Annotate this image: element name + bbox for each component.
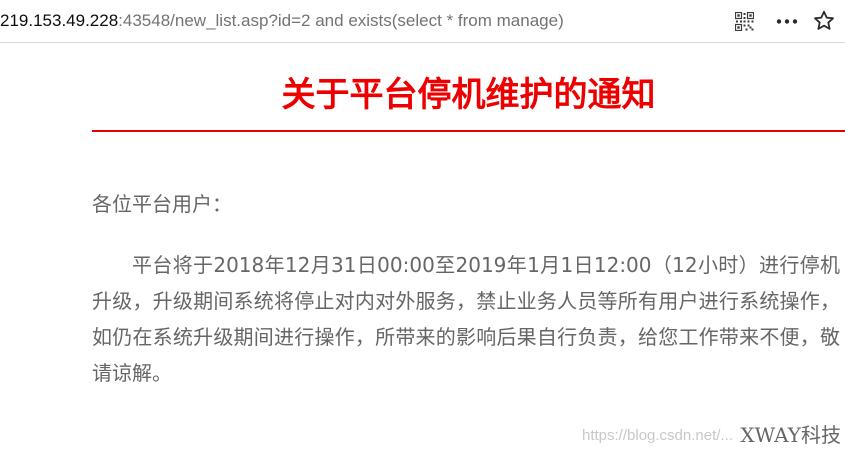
address-host: 219.153.49.228 <box>0 11 119 30</box>
browser-window: 219.153.49.228:43548/new_list.asp?id=2 a… <box>0 0 845 456</box>
bookmark-star-icon[interactable] <box>813 10 835 32</box>
notice-greeting: 各位平台用户： <box>92 192 232 216</box>
qr-code-icon[interactable] <box>735 12 754 31</box>
address-bar[interactable]: 219.153.49.228:43548/new_list.asp?id=2 a… <box>0 0 564 42</box>
notice-title: 关于平台停机维护的通知 <box>281 75 656 115</box>
notice-body: 平台将于2018年12月31日00:00至2019年1月1日12:00（12小时… <box>92 253 840 385</box>
address-path: :43548/new_list.asp?id=2 and exists(sele… <box>118 11 564 30</box>
toolbar-actions <box>735 0 845 42</box>
title-divider <box>92 130 845 132</box>
watermark-text: https://blog.csdn.net/... <box>582 427 733 444</box>
browser-toolbar: 219.153.49.228:43548/new_list.asp?id=2 a… <box>0 0 845 43</box>
more-options-icon[interactable] <box>776 12 798 31</box>
notice-signature: XWAY科技 <box>740 423 841 447</box>
